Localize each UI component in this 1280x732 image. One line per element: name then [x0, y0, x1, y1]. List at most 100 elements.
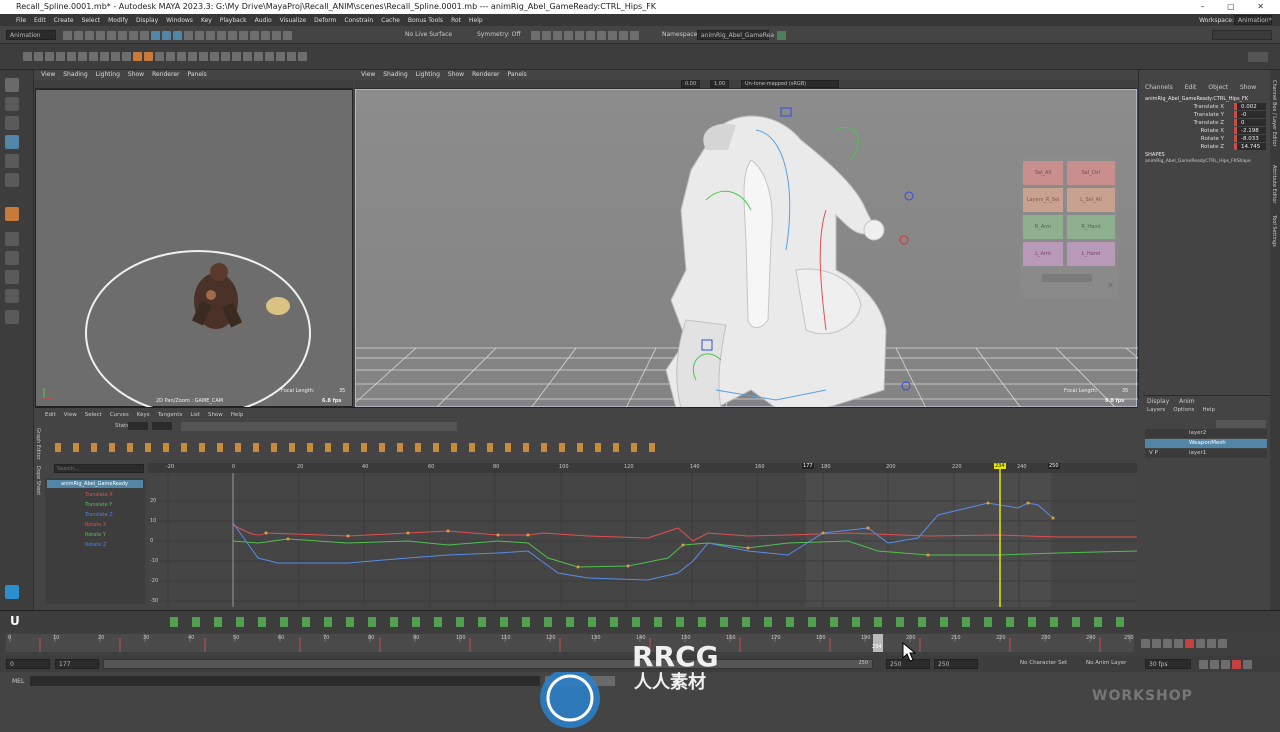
shelf-tool-4-icon[interactable] [56, 52, 65, 61]
hypershade-icon[interactable] [564, 31, 573, 40]
step-back-frame-icon[interactable] [1163, 639, 1172, 648]
right-viewport-toolbar[interactable]: 0.00 1.00 Un-tone-mapped (sRGB) [355, 80, 1137, 89]
command-input[interactable] [30, 676, 540, 686]
paint-select-tool-icon[interactable] [5, 116, 19, 130]
menu-rot[interactable]: Rot [451, 17, 461, 24]
menu-key[interactable]: Key [201, 17, 212, 24]
stop-icon[interactable] [1185, 639, 1194, 648]
ge-current-frame-marker[interactable]: 234 [994, 463, 1006, 469]
left-viewport-scene[interactable]: 2D Pan/Zoom : GAME_CAM Focal Length: 35 … [35, 89, 353, 416]
timeline-current-frame[interactable]: 234 [872, 644, 882, 650]
shelf-tool-23-icon[interactable] [265, 52, 274, 61]
ge-menu-edit[interactable]: Edit [45, 412, 56, 418]
workspace-select[interactable]: Animation* [1234, 15, 1272, 25]
picker-l-hand[interactable]: L_Hand [1067, 242, 1115, 266]
move-tool-icon[interactable] [5, 135, 19, 149]
shelf-tool-14-icon[interactable] [166, 52, 175, 61]
menu-constrain[interactable]: Constrain [344, 17, 373, 24]
panel-menu-panels[interactable]: Panels [507, 70, 526, 80]
shelf-settings-icon[interactable] [1248, 52, 1268, 62]
cb-value[interactable]: 14.745 [1234, 143, 1266, 150]
anim-tool-icons[interactable] [170, 617, 1130, 627]
auto-key-icon[interactable] [1221, 660, 1230, 669]
layer-tab-display[interactable]: Display [1147, 398, 1169, 405]
redo-icon[interactable] [107, 31, 116, 40]
panel-menu-shading[interactable]: Shading [383, 70, 407, 80]
ge-stats-field-2[interactable] [152, 422, 172, 430]
save-scene-icon[interactable] [85, 31, 94, 40]
snap-grid-icon[interactable] [228, 31, 237, 40]
select-by-handle-icon[interactable] [151, 31, 160, 40]
ge-curve-label[interactable]: Rotate Z [85, 542, 106, 548]
ge-menu-list[interactable]: List [190, 412, 200, 418]
hik-icon[interactable] [608, 31, 617, 40]
menu-select[interactable]: Select [82, 17, 101, 24]
step-back-key-icon[interactable] [1152, 639, 1161, 648]
sound-icon[interactable] [1210, 660, 1219, 669]
layer-tool-icons[interactable] [1216, 420, 1266, 428]
shelf-tool-15-icon[interactable] [177, 52, 186, 61]
shelf-tool-20-icon[interactable] [232, 52, 241, 61]
select-by-render-icon[interactable] [217, 31, 226, 40]
ge-menu-show[interactable]: Show [208, 412, 223, 418]
panel-menu-view[interactable]: View [361, 70, 375, 80]
shelf-tool-7-icon[interactable] [89, 52, 98, 61]
range-start-field[interactable]: 0 [6, 659, 50, 669]
namespace-icon[interactable] [777, 31, 786, 40]
prefs-icon[interactable] [1243, 660, 1252, 669]
ge-side-tab-dope[interactable]: Dope Sheet [35, 466, 41, 495]
ge-curve-label[interactable]: Rotate Y [85, 532, 106, 538]
snap-point-icon[interactable] [250, 31, 259, 40]
menu-deform[interactable]: Deform [314, 17, 336, 24]
menu-windows[interactable]: Windows [166, 17, 193, 24]
ge-outliner-node-row[interactable]: animRig_Abel_GameReady [47, 480, 143, 488]
pause-viewport-icon[interactable] [630, 31, 639, 40]
shelf-tool-9-icon[interactable] [111, 52, 120, 61]
shelf-tool-2-icon[interactable] [34, 52, 43, 61]
step-forward-key-icon[interactable] [1207, 639, 1216, 648]
symmetry-label[interactable]: Symmetry: Off [477, 31, 520, 38]
snap-live-icon[interactable] [283, 31, 292, 40]
cb-tab-object[interactable]: Object [1208, 84, 1228, 91]
layer-row-selected[interactable]: WeaponMesh [1145, 439, 1267, 448]
cb-value[interactable]: -0 [1234, 111, 1266, 118]
layer-name[interactable]: WeaponMesh [1189, 439, 1226, 448]
range-slider[interactable]: 250 [103, 659, 873, 669]
namespace-select[interactable]: animRig_Abel_GameRea [697, 30, 774, 40]
right-viewport-scene[interactable]: Sel_All Sel_Ctrl Layers_R_Sel L_Sel_All … [355, 89, 1139, 409]
panel-menu-view[interactable]: View [41, 70, 55, 80]
play-backward-icon[interactable] [1174, 639, 1183, 648]
xgen-icon[interactable] [619, 31, 628, 40]
menu-display[interactable]: Display [136, 17, 158, 24]
cb-row-translate-x[interactable]: Translate X 0.002 [1142, 103, 1266, 111]
side-tab-tool-settings[interactable]: Tool Settings [1271, 215, 1277, 247]
cb-tab-edit[interactable]: Edit [1185, 84, 1197, 91]
ge-menu-keys[interactable]: Keys [137, 412, 150, 418]
snap-curve-icon[interactable] [239, 31, 248, 40]
fps-select[interactable]: 30 fps [1145, 659, 1191, 669]
picker-sel-ctrl[interactable]: Sel_Ctrl [1067, 161, 1115, 185]
character-set-select[interactable]: No Character Set [1020, 660, 1067, 666]
cb-row-translate-z[interactable]: Translate Z 0 [1142, 119, 1266, 127]
color-space-select[interactable]: Un-tone-mapped (sRGB) [741, 80, 839, 88]
picker-layers-r-sel[interactable]: Layers_R_Sel [1023, 188, 1063, 212]
cb-tab-show[interactable]: Show [1240, 84, 1256, 91]
select-tool-icon[interactable] [5, 78, 19, 92]
shelf-tool-17-icon[interactable] [199, 52, 208, 61]
set-key-icon[interactable] [5, 207, 19, 221]
layer-menu-layers[interactable]: Layers [1147, 407, 1165, 413]
select-by-joint-icon[interactable] [162, 31, 171, 40]
single-view-layout-icon[interactable] [5, 232, 19, 246]
menu-help[interactable]: Help [469, 17, 483, 24]
select-by-curve-icon[interactable] [173, 31, 182, 40]
ge-toolbar-row-1[interactable] [181, 422, 641, 431]
component-mode-icon[interactable] [140, 31, 149, 40]
ge-side-tab-graph[interactable]: Graph Editor [35, 428, 41, 460]
object-mode-icon[interactable] [129, 31, 138, 40]
layer-tab-anim[interactable]: Anim [1179, 398, 1194, 405]
ge-range-start-marker[interactable]: 177 [802, 463, 814, 469]
layer-name[interactable]: layer1 [1189, 449, 1206, 458]
ge-range-end-marker[interactable]: 250 [1048, 463, 1060, 469]
cb-row-rotate-z[interactable]: Rotate Z 14.745 [1142, 143, 1266, 151]
ge-search-input[interactable] [54, 464, 144, 473]
